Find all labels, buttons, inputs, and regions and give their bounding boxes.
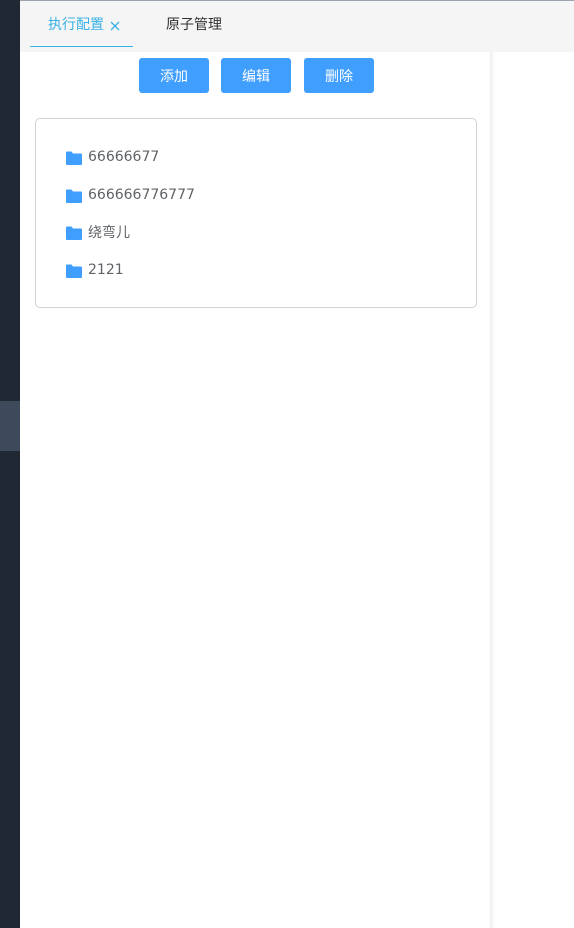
panel-divider bbox=[490, 52, 495, 928]
tree-item[interactable]: 2121 bbox=[66, 259, 124, 281]
tab-execution-config[interactable]: 执行配置 bbox=[30, 1, 133, 47]
tree-item[interactable]: 绕弯儿 bbox=[66, 221, 130, 243]
tab-bar: 执行配置 原子管理 bbox=[20, 1, 574, 52]
tree-item-label: 666666776777 bbox=[88, 187, 195, 203]
tree-item[interactable]: 666666776777 bbox=[66, 184, 195, 206]
delete-button[interactable]: 删除 bbox=[304, 58, 374, 93]
add-button[interactable]: 添加 bbox=[139, 58, 209, 93]
tree-item-label: 2121 bbox=[88, 262, 124, 278]
folder-tree: 66666677 666666776777 绕弯儿 2121 bbox=[35, 118, 477, 308]
tree-item[interactable]: 66666677 bbox=[66, 146, 159, 168]
close-icon[interactable] bbox=[108, 19, 122, 33]
folder-icon bbox=[66, 263, 82, 278]
tree-item-label: 绕弯儿 bbox=[88, 225, 130, 241]
edit-button[interactable]: 编辑 bbox=[221, 58, 291, 93]
tab-label: 原子管理 bbox=[166, 17, 222, 33]
tree-item-label: 66666677 bbox=[88, 149, 160, 165]
tab-atom-management[interactable]: 原子管理 bbox=[166, 1, 222, 47]
folder-icon bbox=[66, 150, 82, 165]
sidebar-active-item[interactable] bbox=[0, 401, 20, 451]
folder-icon bbox=[66, 188, 82, 203]
tab-label: 执行配置 bbox=[48, 16, 104, 33]
folder-icon bbox=[66, 225, 82, 240]
left-sidebar bbox=[0, 0, 20, 928]
